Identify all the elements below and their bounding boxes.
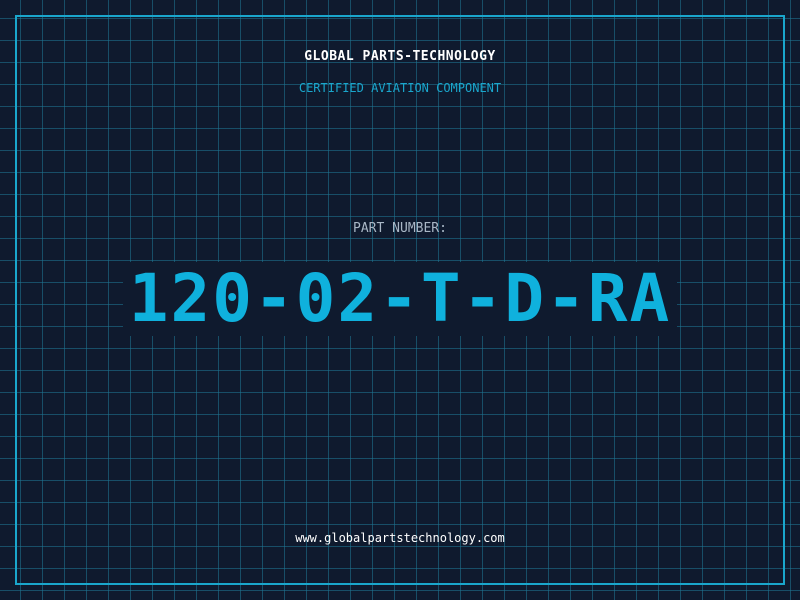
website-url: www.globalpartstechnology.com — [295, 531, 505, 545]
part-number-label: PART NUMBER: — [353, 221, 447, 236]
part-number-value: 120-02-T-D-RA — [122, 262, 678, 336]
label-canvas: GLOBAL PARTS-TECHNOLOGY CERTIFIED AVIATI… — [0, 0, 800, 600]
certification-subtitle: CERTIFIED AVIATION COMPONENT — [298, 81, 502, 95]
part-number-container: 120-02-T-D-RA — [0, 262, 800, 336]
company-name: GLOBAL PARTS-TECHNOLOGY — [304, 49, 496, 64]
